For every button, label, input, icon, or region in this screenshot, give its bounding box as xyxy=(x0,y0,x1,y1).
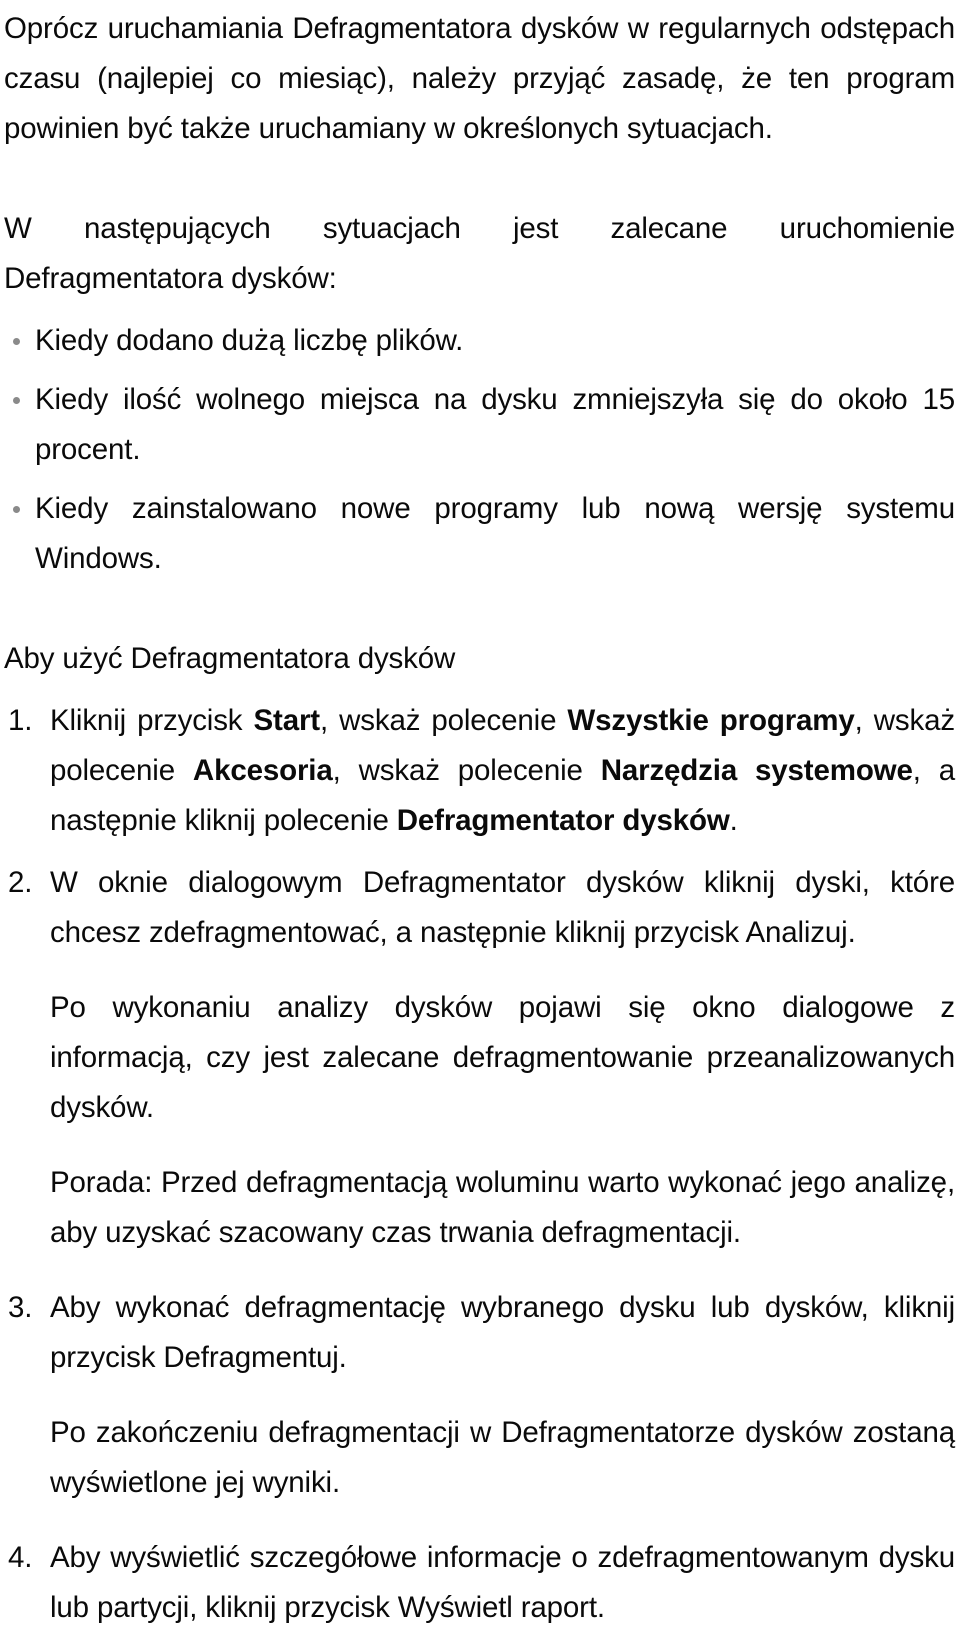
text-run: W oknie dialogowym Defragmentator dysków… xyxy=(50,866,955,949)
step-2: 2. W oknie dialogowym Defragmentator dys… xyxy=(4,858,955,958)
list-item-text: Kiedy ilość wolnego miejsca na dysku zmn… xyxy=(35,383,955,466)
bullet-dot-icon xyxy=(13,338,20,345)
step-text: Aby wyświetlić szczegółowe informacje o … xyxy=(50,1541,955,1624)
step-number: 1. xyxy=(8,704,33,737)
note-after-step-3: Po zakończeniu defragmentacji w Defragme… xyxy=(50,1416,955,1499)
list-item: Kiedy dodano dużą liczbę plików. xyxy=(4,316,955,366)
emphasis-term: Wszystkie programy xyxy=(567,704,855,737)
text-run: , wskaż polecenie xyxy=(319,704,568,737)
step-1: 1. Kliknij przycisk Start, wskaż polecen… xyxy=(4,696,955,846)
document-page: Oprócz uruchamiania Defragmentatora dysk… xyxy=(0,0,960,1624)
situations-list: Kiedy dodano dużą liczbę plików. Kiedy i… xyxy=(4,316,955,584)
emphasis-term: Akcesoria xyxy=(192,754,333,787)
document-body: Oprócz uruchamiania Defragmentatora dysk… xyxy=(0,0,960,1633)
list-item-text: Kiedy dodano dużą liczbę plików. xyxy=(35,324,464,357)
howto-heading: Aby użyć Defragmentatora dysków xyxy=(4,642,456,675)
step-number: 4. xyxy=(8,1541,33,1574)
intro-paragraph-2: W następujących sytuacjach jest zalecane… xyxy=(4,212,955,295)
step-number: 2. xyxy=(8,866,33,899)
text-run: Aby wykonać defragmentację wybranego dys… xyxy=(50,1291,955,1374)
text-run: Aby wyświetlić szczegółowe informacje o … xyxy=(50,1541,955,1624)
step-text: Kliknij przycisk Start, wskaż polecenie … xyxy=(50,704,955,837)
bullet-dot-icon xyxy=(13,397,20,404)
step-number: 3. xyxy=(8,1291,33,1324)
step-text: Aby wykonać defragmentację wybranego dys… xyxy=(50,1291,955,1374)
emphasis-term: Defragmentator dysków xyxy=(396,804,730,837)
text-run: , wskaż polecenie xyxy=(332,754,601,787)
bullet-dot-icon xyxy=(13,506,20,513)
step-text: W oknie dialogowym Defragmentator dysków… xyxy=(50,866,955,949)
list-item: Kiedy ilość wolnego miejsca na dysku zmn… xyxy=(4,375,955,475)
tip-paragraph: Porada: Przed defragmentacją woluminu wa… xyxy=(50,1166,955,1249)
step-3: 3. Aby wykonać defragmentację wybranego … xyxy=(4,1283,955,1383)
emphasis-term: Narzędzia systemowe xyxy=(600,754,913,787)
list-item-text: Kiedy zainstalowano nowe programy lub no… xyxy=(35,492,955,575)
emphasis-term: Start xyxy=(253,704,321,737)
intro-paragraph-1: Oprócz uruchamiania Defragmentatora dysk… xyxy=(4,12,955,145)
list-item: Kiedy zainstalowano nowe programy lub no… xyxy=(4,484,955,584)
text-run: Kliknij przycisk xyxy=(50,704,254,737)
note-after-step-2: Po wykonaniu analizy dysków pojawi się o… xyxy=(50,991,955,1124)
text-run: . xyxy=(729,804,738,837)
howto-steps: 1. Kliknij przycisk Start, wskaż polecen… xyxy=(4,696,955,1633)
step-4: 4. Aby wyświetlić szczegółowe informacje… xyxy=(4,1533,955,1633)
